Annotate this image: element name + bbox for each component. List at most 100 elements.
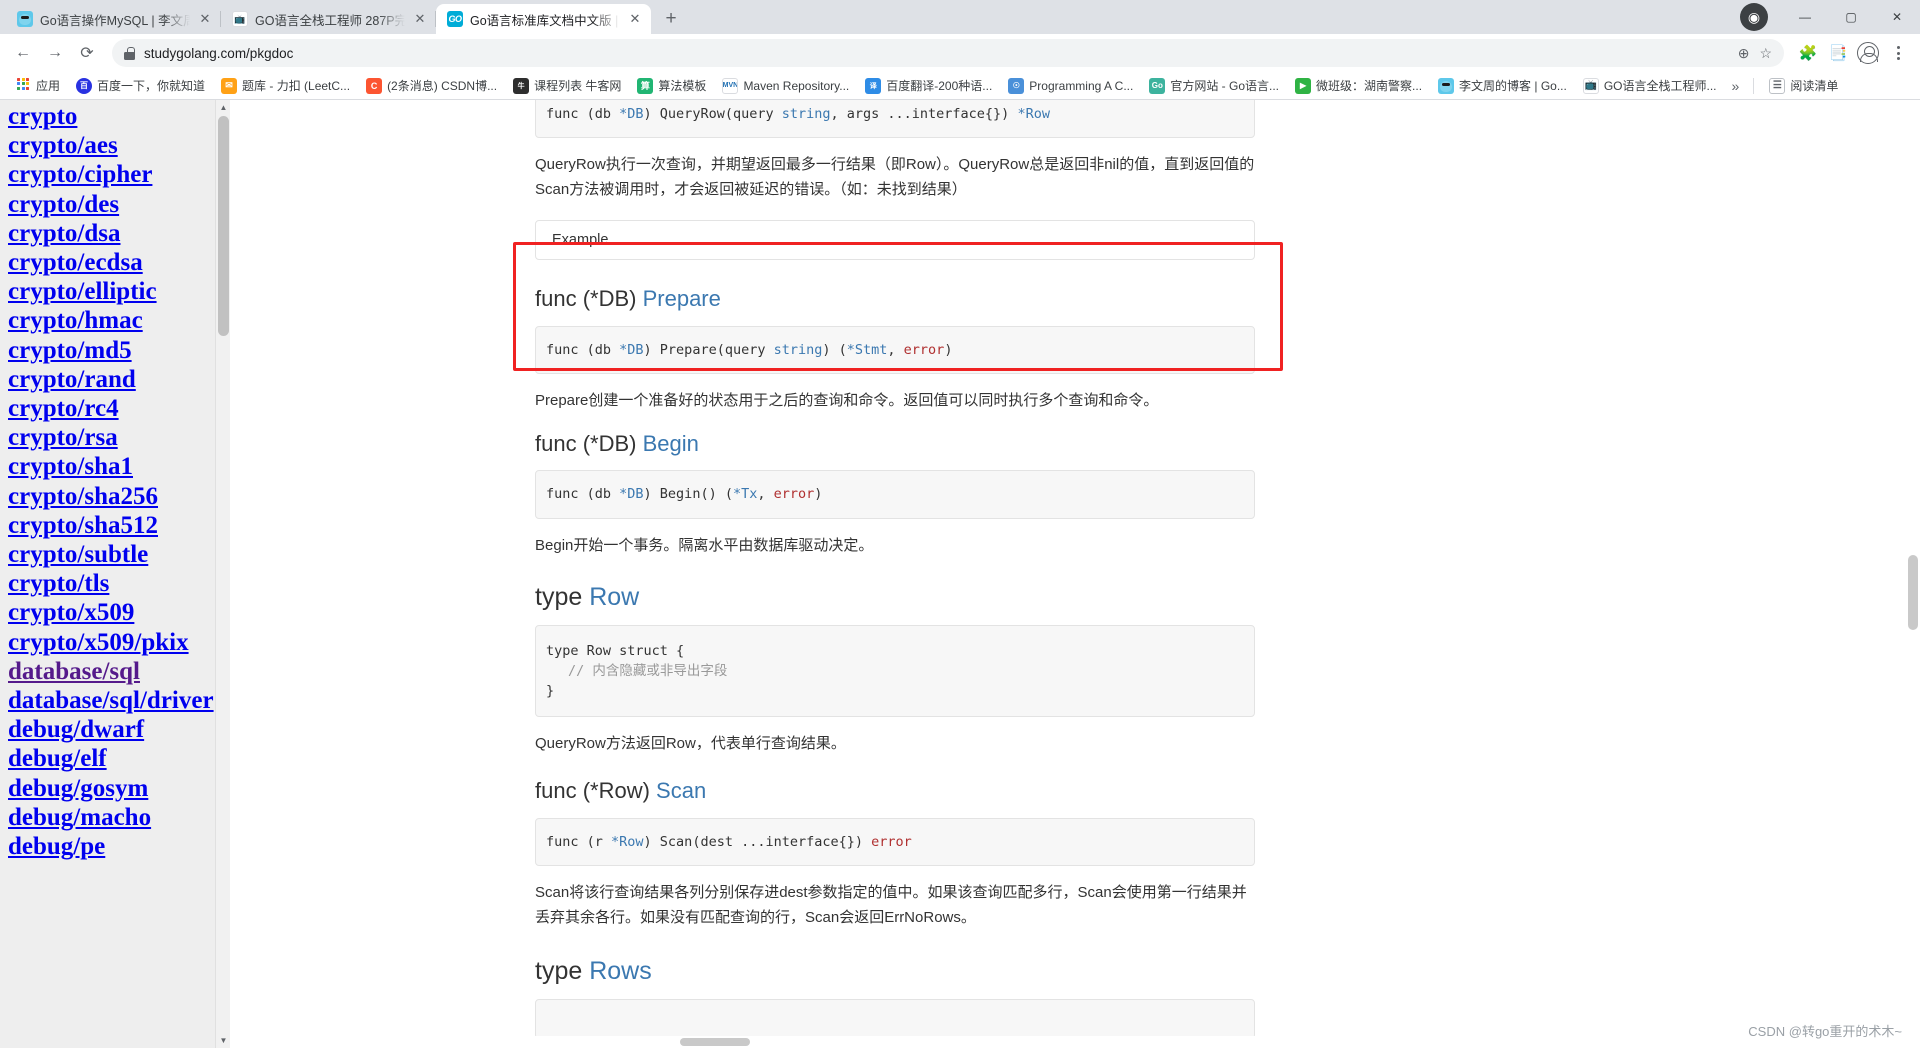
sidebar-item-crypto-x509[interactable]: crypto/x509: [8, 598, 230, 627]
heading-name[interactable]: Row: [589, 583, 639, 611]
chrome-menu-icon[interactable]: [1884, 39, 1912, 67]
bookmark-leetcode[interactable]: ✉ 题库 - 力扣 (LeetC...: [214, 74, 357, 97]
code-text: ,: [757, 486, 774, 503]
sidebar-item-crypto-rsa[interactable]: crypto/rsa: [8, 423, 230, 452]
page-horizontal-scrollbar[interactable]: [230, 1036, 1906, 1048]
heading-prefix: type: [535, 956, 590, 985]
bookmark-label: (2条消息) CSDN博...: [387, 79, 498, 93]
sidebar-item-debug-macho[interactable]: debug/macho: [8, 803, 230, 832]
sidebar-item-crypto-elliptic[interactable]: crypto/elliptic: [8, 277, 230, 306]
sidebar-item-crypto-cipher[interactable]: crypto/cipher: [8, 160, 230, 189]
code-type: *Row: [1017, 106, 1050, 122]
example-toggle[interactable]: Example: [535, 220, 1255, 261]
back-button[interactable]: ←: [8, 38, 38, 68]
bookmark-programming[interactable]: ☉ Programming A C...: [1001, 75, 1140, 97]
code-text: ,: [887, 341, 904, 358]
tab-close-icon[interactable]: ✕: [627, 11, 643, 27]
tab-close-icon[interactable]: ✕: [197, 11, 213, 27]
sidebar-item-debug-pe[interactable]: debug/pe: [8, 832, 230, 861]
code-type: string: [773, 341, 823, 358]
omnibox-actions: ⊕ ☆: [1738, 45, 1772, 62]
bookmark-csdn[interactable]: C (2条消息) CSDN博...: [359, 74, 504, 97]
bookmark-label: 李文周的博客 | Go...: [1459, 79, 1567, 93]
extensions-icon[interactable]: 🧩: [1794, 39, 1822, 67]
bookmark-algorithm[interactable]: 算 算法模板: [630, 74, 713, 97]
code-text: func (db: [546, 341, 620, 358]
package-sidebar[interactable]: crypto crypto/aes crypto/cipher crypto/d…: [0, 100, 230, 1048]
reading-list-button[interactable]: ☰ 阅读清单: [1762, 74, 1845, 97]
sidebar-item-crypto-subtle[interactable]: crypto/subtle: [8, 540, 230, 569]
sidebar-item-crypto-dsa[interactable]: crypto/dsa: [8, 219, 230, 248]
heading-name[interactable]: Scan: [656, 778, 706, 803]
sidebar-item-crypto-sha1[interactable]: crypto/sha1: [8, 452, 230, 481]
page-horizontal-scrollbar-thumb[interactable]: [680, 1038, 750, 1046]
scroll-up-arrow-icon[interactable]: ▲: [216, 100, 230, 115]
page-scrollbar-thumb[interactable]: [1908, 555, 1918, 630]
code-type: *DB: [619, 486, 644, 503]
sidebar-item-debug-dwarf[interactable]: debug/dwarf: [8, 715, 230, 744]
maximize-button[interactable]: ▢: [1828, 2, 1874, 32]
code-comment: // 内含隐藏或非导出字段: [568, 662, 728, 679]
sidebar-item-crypto-hmac[interactable]: crypto/hmac: [8, 306, 230, 335]
bookmark-baidu-fanyi[interactable]: 译 百度翻译-200种语...: [858, 74, 999, 97]
sidebar-item-crypto-des[interactable]: crypto/des: [8, 190, 230, 219]
sidebar-item-debug-elf[interactable]: debug/elf: [8, 744, 230, 773]
bookmark-nowcoder[interactable]: 牛 课程列表 牛客网: [506, 74, 628, 97]
sidebar-scrollbar-thumb[interactable]: [218, 116, 229, 336]
browser-tab-0[interactable]: Go语言操作MySQL | 李文周的博 ✕: [6, 4, 221, 34]
weibanji-icon: ▶: [1295, 77, 1312, 94]
heading-name[interactable]: Begin: [643, 431, 699, 456]
zoom-icon[interactable]: ⊕: [1738, 45, 1750, 62]
sidebar-item-crypto[interactable]: crypto: [8, 102, 230, 131]
sidebar-item-crypto-ecdsa[interactable]: crypto/ecdsa: [8, 248, 230, 277]
browser-tab-2-active[interactable]: GO Go语言标准库文档中文版 | Go语 ✕: [436, 4, 651, 34]
new-tab-button[interactable]: +: [657, 5, 685, 33]
heading-name[interactable]: Rows: [589, 957, 652, 985]
sidebar-scrollbar[interactable]: ▲ ▼: [215, 100, 230, 1048]
sidebar-item-crypto-md5[interactable]: crypto/md5: [8, 336, 230, 365]
extension-badge-icon[interactable]: ◉: [1740, 3, 1768, 31]
code-type: *Row: [611, 833, 644, 850]
scroll-down-arrow-icon[interactable]: ▼: [216, 1033, 230, 1048]
sidebar-item-crypto-rand[interactable]: crypto/rand: [8, 365, 230, 394]
address-bar[interactable]: studygolang.com/pkgdoc ⊕ ☆: [112, 39, 1784, 67]
reload-button[interactable]: ⟳: [72, 38, 102, 68]
scan-signature-code: func (r *Row) Scan(dest ...interface{}) …: [535, 817, 1255, 866]
bookmark-baidu[interactable]: 百 百度一下，你就知道: [69, 74, 212, 97]
close-window-button[interactable]: ✕: [1874, 2, 1920, 32]
heading-prefix: func (*DB): [535, 286, 643, 312]
bookmarks-overflow-button[interactable]: »: [1726, 75, 1746, 97]
golang-site-icon: Go: [1149, 77, 1166, 94]
sidebar-item-debug-gosym[interactable]: debug/gosym: [8, 774, 230, 803]
minimize-button[interactable]: —: [1782, 2, 1828, 32]
sidebar-item-crypto-sha512[interactable]: crypto/sha512: [8, 511, 230, 540]
window-controls: ◉ — ▢ ✕: [1740, 2, 1920, 32]
programming-icon: ☉: [1008, 77, 1025, 94]
sidebar-item-crypto-rc4[interactable]: crypto/rc4: [8, 394, 230, 423]
bookmark-liwenzhou[interactable]: 李文周的博客 | Go...: [1431, 74, 1574, 97]
menu-dots: [1896, 46, 1900, 60]
code-text: func (r: [546, 833, 612, 850]
bookmark-bilibili-course[interactable]: 📺 GO语言全栈工程师...: [1576, 74, 1724, 97]
tab-close-icon[interactable]: ✕: [412, 11, 428, 27]
browser-toolbar: ← → ⟳ studygolang.com/pkgdoc ⊕ ☆ 🧩 📑: [0, 34, 1920, 72]
bookmark-golang-site[interactable]: Go 官方网站 - Go语言...: [1142, 74, 1286, 97]
code-type: *Tx: [732, 486, 758, 503]
sidebar-item-database-sql-driver[interactable]: database/sql/driver: [8, 686, 230, 715]
bookmark-weibanji[interactable]: ▶ 微班级：湖南警察...: [1288, 74, 1429, 97]
forward-button[interactable]: →: [40, 38, 70, 68]
content-gutter: [230, 100, 535, 1048]
reading-list-icon[interactable]: 📑: [1824, 39, 1852, 67]
sidebar-item-database-sql[interactable]: database/sql: [8, 657, 230, 686]
profile-avatar-icon[interactable]: [1854, 39, 1882, 67]
bookmark-maven[interactable]: MVN Maven Repository...: [715, 75, 856, 97]
sidebar-item-crypto-sha256[interactable]: crypto/sha256: [8, 482, 230, 511]
sidebar-item-crypto-tls[interactable]: crypto/tls: [8, 569, 230, 598]
page-scrollbar[interactable]: [1906, 100, 1920, 1048]
browser-tab-1[interactable]: 📺 GO语言全栈工程师 287P完结_哔 ✕: [221, 4, 436, 34]
heading-name[interactable]: Prepare: [643, 286, 721, 311]
sidebar-item-crypto-aes[interactable]: crypto/aes: [8, 131, 230, 160]
sidebar-item-crypto-x509-pkix[interactable]: crypto/x509/pkix: [8, 628, 230, 657]
bookmark-apps[interactable]: 应用: [8, 74, 67, 97]
bookmark-star-icon[interactable]: ☆: [1759, 45, 1772, 62]
